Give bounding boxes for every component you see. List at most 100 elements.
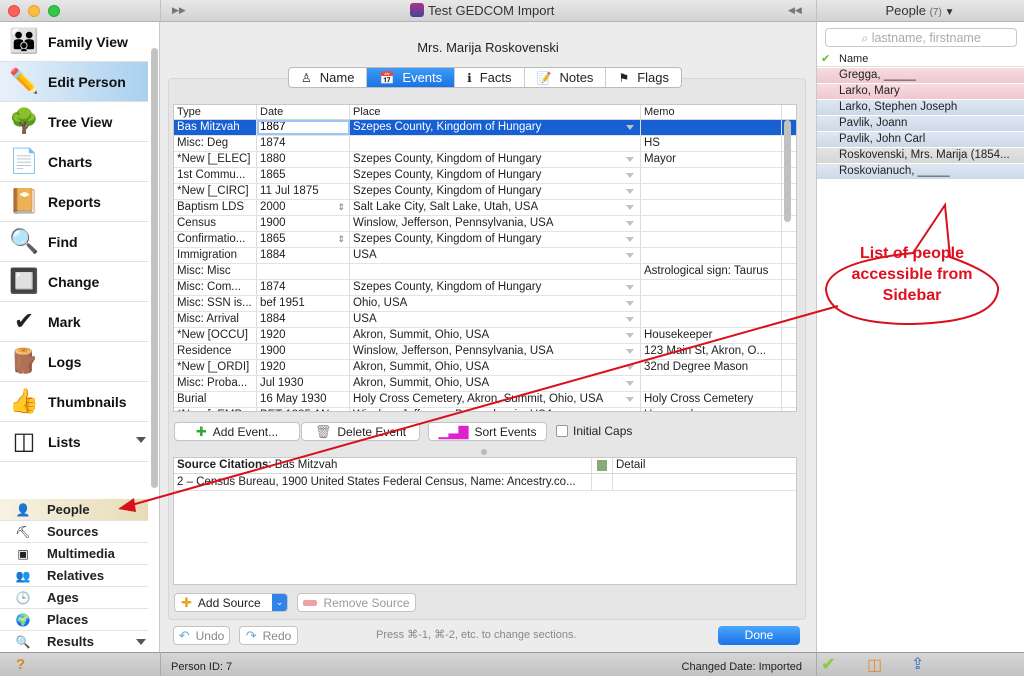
event-place[interactable]	[350, 264, 641, 279]
event-row[interactable]: Residence 1900 Winslow, Jefferson, Pennsyl…	[174, 344, 796, 360]
event-row[interactable]: Misc: Misc Astrological sign: Taurus	[174, 264, 796, 280]
initial-caps-checkbox[interactable]	[556, 425, 568, 437]
event-row[interactable]: Bas Mitzvah 1867 Szepes County, Kingdom of…	[174, 120, 796, 136]
sidebar-item-sources[interactable]: ⛏ Sources	[0, 521, 148, 543]
place-dropdown-icon[interactable]	[626, 173, 634, 178]
place-dropdown-icon[interactable]	[626, 221, 634, 226]
event-date[interactable]: 1874	[257, 136, 350, 151]
event-date[interactable]: 1880	[257, 152, 350, 167]
event-date[interactable]: 1884	[257, 312, 350, 327]
event-date[interactable]	[257, 264, 350, 279]
event-date[interactable]: 1884	[257, 248, 350, 263]
event-date[interactable]: 1900	[257, 216, 350, 231]
detail-column[interactable]: Detail	[613, 458, 645, 473]
tab-notes[interactable]: 📝 Notes	[525, 68, 607, 87]
sort-events-button[interactable]: ▁▃▇ Sort Events	[428, 422, 547, 441]
nav-item-thumbnails[interactable]: 👍 Thumbnails	[0, 382, 148, 422]
event-row[interactable]: *New [_ORDI] 1920 Akron, Summit, Ohio, USA…	[174, 360, 796, 376]
zoom-button[interactable]	[48, 5, 60, 17]
nav-item-edit-person[interactable]: ✏️ Edit Person	[0, 62, 148, 102]
expand-left-icon[interactable]: ▶▶	[172, 5, 186, 16]
person-list-item[interactable]: Roskovianuch, _____	[817, 164, 1024, 180]
event-place[interactable]: Szepes County, Kingdom of Hungary	[350, 152, 641, 167]
col-type[interactable]: Type	[174, 105, 257, 119]
place-dropdown-icon[interactable]	[626, 397, 634, 402]
place-dropdown-icon[interactable]	[626, 125, 634, 130]
person-list-item[interactable]: Pavlik, Joann	[817, 116, 1024, 132]
place-dropdown-icon[interactable]	[626, 381, 634, 386]
event-date[interactable]: 1920	[257, 328, 350, 343]
event-place[interactable]: Winslow, Jefferson, Pennsylvania, USA	[350, 408, 641, 411]
event-place[interactable]: Szepes County, Kingdom of Hungary	[350, 168, 641, 183]
sidebar-item-places[interactable]: 🌍 Places	[0, 609, 148, 631]
event-place[interactable]	[350, 136, 641, 151]
event-place[interactable]: Akron, Summit, Ohio, USA	[350, 360, 641, 375]
event-place[interactable]: Akron, Summit, Ohio, USA	[350, 328, 641, 343]
event-row[interactable]: *New [_EMP...BET 1885 AN... Winslow, Jeff…	[174, 408, 796, 411]
event-date[interactable]: 1920	[257, 360, 350, 375]
person-list-item[interactable]: Gregga, _____	[817, 68, 1024, 84]
nav-item-find[interactable]: 🔍 Find	[0, 222, 148, 262]
place-dropdown-icon[interactable]	[626, 253, 634, 258]
event-date[interactable]: 1867	[257, 120, 350, 135]
place-dropdown-icon[interactable]	[626, 349, 634, 354]
event-date[interactable]: BET 1885 AN...	[257, 408, 350, 411]
person-list-item[interactable]: Roskovenski, Mrs. Marija (1854...	[817, 148, 1024, 164]
place-dropdown-icon[interactable]	[626, 333, 634, 338]
event-date[interactable]: Jul 1930	[257, 376, 350, 391]
person-list-item[interactable]: Larko, Stephen Joseph	[817, 100, 1024, 116]
event-row[interactable]: Misc: Deg 1874 HS	[174, 136, 796, 152]
col-place[interactable]: Place	[350, 105, 641, 119]
event-date[interactable]: 2000 ⇕	[257, 200, 350, 215]
tab-name[interactable]: ♙ Name	[289, 68, 368, 87]
nav-item-charts[interactable]: 📄 Charts	[0, 142, 148, 182]
add-source-dropdown-icon[interactable]: ⌄	[272, 594, 287, 611]
event-date[interactable]: 11 Jul 1875	[257, 184, 350, 199]
nav-item-mark[interactable]: ✔ Mark	[0, 302, 148, 342]
place-dropdown-icon[interactable]	[626, 317, 634, 322]
event-place[interactable]: Holy Cross Cemetery, Akron, Summit, Ohio…	[350, 392, 641, 407]
col-memo[interactable]: Memo	[641, 105, 782, 119]
nav-item-lists[interactable]: ◫ Lists	[0, 422, 148, 462]
col-date[interactable]: Date	[257, 105, 350, 119]
event-place[interactable]: Ohio, USA	[350, 296, 641, 311]
events-table-scrollbar[interactable]	[784, 120, 791, 222]
sidebar-item-multimedia[interactable]: ▣ Multimedia	[0, 543, 148, 565]
event-place[interactable]: Winslow, Jefferson, Pennsylvania, USA	[350, 344, 641, 359]
place-dropdown-icon[interactable]	[626, 237, 634, 242]
remove-source-button[interactable]: Remove Source	[297, 593, 416, 612]
nav-item-change[interactable]: 🔲 Change	[0, 262, 148, 302]
collapse-right-icon[interactable]: ◀◀	[788, 5, 802, 16]
event-date[interactable]: 1865	[257, 168, 350, 183]
event-place[interactable]: Akron, Summit, Ohio, USA	[350, 376, 641, 391]
chevron-down-icon[interactable]	[136, 437, 146, 443]
event-row[interactable]: *New [OCCU] 1920 Akron, Summit, Ohio, USA H…	[174, 328, 796, 344]
event-row[interactable]: Misc: Com... 1874 Szepes County, Kingdom o…	[174, 280, 796, 296]
place-dropdown-icon[interactable]	[626, 205, 634, 210]
sidebar-item-results[interactable]: 🔍 Results	[0, 631, 148, 653]
place-dropdown-icon[interactable]	[626, 189, 634, 194]
person-list-item[interactable]: Pavlik, John Carl	[817, 132, 1024, 148]
event-date[interactable]: 1900	[257, 344, 350, 359]
nav-item-logs[interactable]: 🪵 Logs	[0, 342, 148, 382]
nav-item-family-view[interactable]: 👪 Family View	[0, 22, 148, 62]
person-list-item[interactable]: Larko, Mary	[817, 84, 1024, 100]
redo-button[interactable]: ↷ Redo	[239, 626, 298, 645]
name-column-header[interactable]: Name	[839, 52, 868, 66]
sidebar-item-relatives[interactable]: 👥 Relatives	[0, 565, 148, 587]
event-place[interactable]: USA	[350, 248, 641, 263]
tab-facts[interactable]: ℹ Facts	[455, 68, 525, 87]
place-dropdown-icon[interactable]	[626, 285, 634, 290]
event-row[interactable]: Misc: SSN is... bef 1951 Ohio, USA	[174, 296, 796, 312]
event-row[interactable]: Misc: Arrival 1884 USA	[174, 312, 796, 328]
stepper-icon[interactable]: ⇕	[337, 232, 345, 247]
event-row[interactable]: 1st Commu... 1865 Szepes County, Kingdom o…	[174, 168, 796, 184]
event-row[interactable]: *New [_ELEC] 1880 Szepes County, Kingdom o…	[174, 152, 796, 168]
event-date[interactable]: 1865 ⇕	[257, 232, 350, 247]
nav-item-reports[interactable]: 📔 Reports	[0, 182, 148, 222]
event-place[interactable]: Winslow, Jefferson, Pennsylvania, USA	[350, 216, 641, 231]
event-row[interactable]: Burial 16 May 1930 Holy Cross Cemetery, Ak…	[174, 392, 796, 408]
help-button[interactable]: ?	[16, 656, 25, 673]
add-source-button[interactable]: ✚ Add Source ⌄	[174, 593, 288, 612]
mark-icon[interactable]: ✔	[821, 654, 836, 675]
